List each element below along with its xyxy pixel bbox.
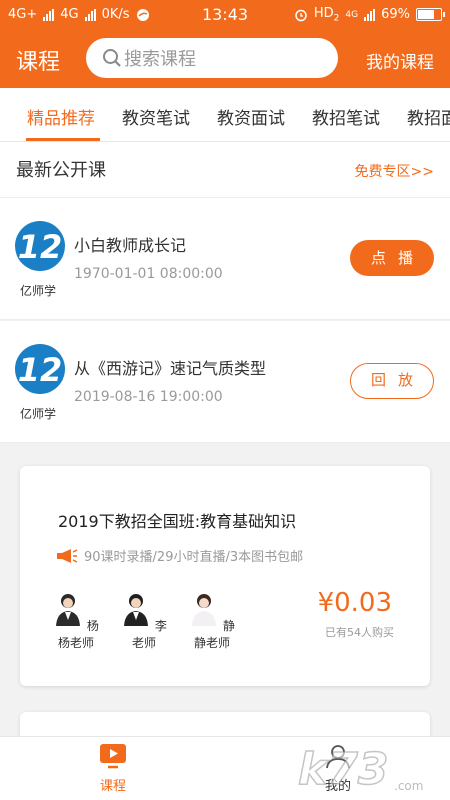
tab-recommended[interactable]: 精品推荐 (27, 104, 95, 129)
course-features: 90课时录播/29小时直播/3本图书包邮 (56, 546, 303, 565)
signal-icon-3 (364, 8, 376, 21)
nav-course[interactable]: 课程 (68, 743, 158, 794)
list-item[interactable]: 12 亿师学 小白教师成长记 1970-01-01 08:00:00 点播 (0, 198, 450, 320)
svg-text:.com: .com (394, 779, 423, 793)
teacher-avatar (192, 594, 217, 626)
category-tabs: 精品推荐 教资笔试 教资面试 教招笔试 教招面 (0, 88, 450, 142)
logo-caption: 亿师学 (20, 407, 57, 421)
svg-text:12: 12 (18, 351, 63, 389)
tab-teacher-cert-interview[interactable]: 教资面试 (217, 104, 285, 129)
logo-caption: 亿师学 (20, 284, 57, 298)
teacher-avatar (124, 594, 149, 626)
status-bar: 4G+ 4G 0K/s 13:43 HD2 4G 69% (0, 0, 450, 30)
battery-percent: 69% (381, 7, 410, 23)
status-right: HD2 4G 69% (294, 6, 445, 24)
lesson-date: 2019-08-16 19:00:00 (74, 389, 223, 405)
tab-recruit-interview[interactable]: 教招面 (407, 104, 450, 129)
hd-label: HD2 (313, 6, 340, 24)
active-tab-indicator (26, 138, 100, 141)
svg-text:k73: k73 (298, 744, 389, 795)
lesson-title: 小白教师成长记 (74, 236, 187, 255)
net-small-label: 4G (345, 9, 359, 20)
battery-icon (416, 8, 445, 22)
play-screen-icon (100, 744, 126, 769)
search-input[interactable]: 搜索课程 (86, 38, 338, 78)
my-courses-link[interactable]: 我的课程 (366, 48, 434, 73)
purchase-count: 已有54人购买 (325, 626, 394, 639)
course-title: 2019下教招全国班:教育基础知识 (58, 512, 297, 531)
teacher-item: 杨杨老师 (48, 592, 104, 651)
open-class-section-header: 最新公开课 免费专区>> (0, 142, 450, 198)
teacher-item: 李老师 (116, 592, 172, 651)
tab-recruit-written[interactable]: 教招笔试 (312, 104, 380, 129)
teacher-avatar (56, 594, 81, 626)
search-icon (103, 49, 121, 67)
top-bar: 4G+ 4G 0K/s 13:43 HD2 4G 69% 课程 搜索课程 我的课… (0, 0, 450, 88)
lesson-title: 从《西游记》速记气质类型 (74, 359, 267, 378)
yishixue-logo-icon: 12 (14, 343, 66, 395)
vod-button[interactable]: 点播 (350, 240, 434, 276)
app-header: 课程 搜索课程 我的课程 (0, 30, 450, 88)
yishixue-logo-icon: 12 (14, 220, 66, 272)
lesson-date: 1970-01-01 08:00:00 (74, 266, 223, 282)
free-zone-link[interactable]: 免费专区>> (355, 161, 434, 181)
alarm-icon (295, 9, 307, 22)
teacher-item: 静静老师 (184, 592, 240, 651)
teacher-list: 杨杨老师 李老师 静静老师 (48, 592, 240, 651)
course-price: ¥0.03 (317, 588, 392, 618)
megaphone-icon (57, 548, 78, 563)
section-title: 最新公开课 (16, 160, 106, 181)
replay-button[interactable]: 回放 (350, 363, 434, 399)
nav-course-label: 课程 (99, 779, 126, 794)
search-placeholder: 搜索课程 (124, 49, 196, 70)
list-item[interactable]: 12 亿师学 从《西游记》速记气质类型 2019-08-16 19:00:00 … (0, 321, 450, 443)
course-card[interactable]: 2019下教招全国班:教育基础知识 90课时录播/29小时直播/3本图书包邮 杨… (20, 466, 430, 686)
k73-watermark-logo: k73 .com (297, 743, 423, 796)
course-features-text: 90课时录播/29小时直播/3本图书包邮 (84, 550, 304, 565)
page-title: 课程 (16, 50, 61, 75)
svg-text:12: 12 (18, 228, 63, 266)
tab-teacher-cert-written[interactable]: 教资笔试 (122, 104, 190, 129)
